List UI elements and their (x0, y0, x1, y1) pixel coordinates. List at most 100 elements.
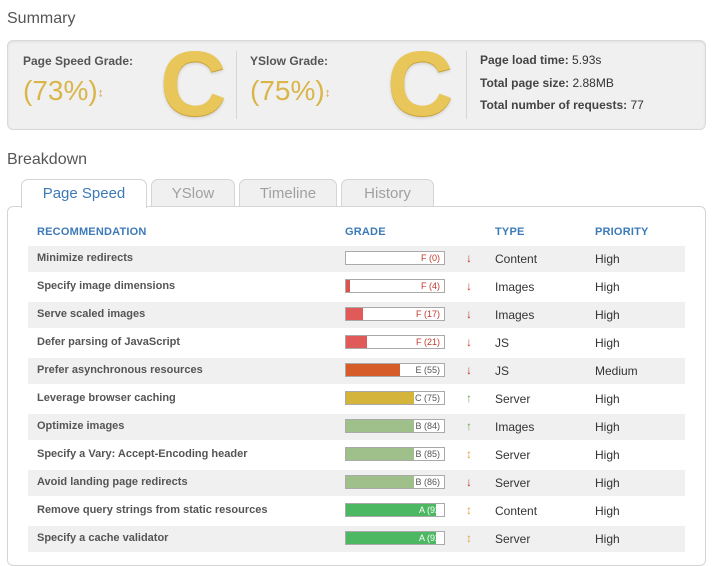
recommendation-link[interactable]: Serve scaled images (37, 308, 145, 320)
table-row[interactable]: Specify a cache validator A (92 ↕ Server Hig… (28, 526, 685, 552)
grade-bar: F (4) (345, 279, 445, 293)
resource-type: Content (495, 504, 538, 518)
column-header-grade[interactable]: GRADE (345, 226, 386, 238)
trend-arrow-icon: ↓ (466, 475, 472, 489)
yslow-grade-letter: C (387, 33, 454, 135)
priority: High (595, 336, 620, 350)
column-header-priority[interactable]: PRIORITY (595, 226, 649, 238)
priority: High (595, 448, 620, 462)
recommendation-link[interactable]: Leverage browser caching (37, 392, 176, 404)
trend-arrow-icon: ↕ (466, 531, 472, 545)
summary-title: Summary (7, 10, 76, 27)
stat-label: Total number of requests: (480, 98, 628, 112)
grade-bar-fill (346, 336, 367, 348)
grade-bar: F (0) (345, 251, 445, 265)
resource-type: Server (495, 448, 531, 462)
resource-type: Images (495, 420, 535, 434)
grade-bar: C (75) (345, 391, 445, 405)
grade-label: A (92 (418, 533, 440, 543)
tab-yslow[interactable]: YSlow (151, 179, 235, 207)
table-row[interactable]: Defer parsing of JavaScript F (21) ↓ JS High (28, 330, 685, 356)
table-row[interactable]: Serve scaled images F (17) ↓ Images High (28, 302, 685, 328)
priority: High (595, 532, 620, 546)
grade-bar-fill (346, 364, 400, 376)
breakdown-title: Breakdown (7, 151, 88, 168)
table-row[interactable]: Specify a Vary: Accept-Encoding header B … (28, 442, 685, 468)
recommendation-link[interactable]: Optimize images (37, 420, 124, 432)
grade-bar: B (86) (345, 475, 445, 489)
trend-arrow-icon: ↓ (466, 251, 472, 265)
table-row[interactable]: Avoid landing page redirects B (86) ↓ Serve… (28, 470, 685, 496)
grade-label: A (92 (418, 505, 440, 515)
stat-value: 77 (630, 98, 644, 112)
stat-value: 2.88MB (572, 76, 614, 90)
grade-bar: F (21) (345, 335, 445, 349)
pagespeed-percent-value: (73%) (23, 75, 98, 106)
table-row[interactable]: Prefer asynchronous resources E (55) ↓ JS Me… (28, 358, 685, 384)
tab-page-speed[interactable]: Page Speed (21, 179, 147, 208)
trend-arrow-icon: ↕ (466, 503, 472, 517)
recommendation-link[interactable]: Specify a cache validator (37, 532, 168, 544)
grade-bar: F (17) (345, 307, 445, 321)
recommendation-link[interactable]: Minimize redirects (37, 252, 133, 264)
recommendation-link[interactable]: Defer parsing of JavaScript (37, 336, 180, 348)
recommendation-link[interactable]: Specify image dimensions (37, 280, 175, 292)
pagespeed-grade-letter: C (160, 33, 227, 135)
resource-type: JS (495, 364, 510, 378)
yslow-percent-value: (75%) (250, 75, 325, 106)
yslow-grade: YSlow Grade: (75%)↕ C (237, 33, 465, 135)
table-row[interactable]: Optimize images B (84) ↑ Images High (28, 414, 685, 440)
resource-type: Server (495, 392, 531, 406)
column-header-recommendation[interactable]: RECOMMENDATION (37, 226, 147, 238)
yslow-grade-percent: (75%)↕ (250, 75, 331, 107)
tab-timeline[interactable]: Timeline (239, 179, 337, 207)
priority: High (595, 280, 620, 294)
recommendation-link[interactable]: Avoid landing page redirects (37, 476, 188, 488)
grade-label: F (4) (420, 280, 441, 292)
trend-arrow-icon: ↑ (466, 419, 472, 433)
resource-type: Images (495, 280, 535, 294)
grade-label: B (85) (414, 448, 441, 460)
table-row[interactable]: Remove query strings from static resourc… (28, 498, 685, 524)
grade-label: F (0) (420, 252, 441, 264)
priority: High (595, 252, 620, 266)
grade-bar: A (92 (345, 531, 445, 545)
grade-label: F (17) (414, 308, 441, 320)
pagespeed-grade-percent: (73%)↕ (23, 75, 104, 107)
trend-arrow-icon: ↓ (466, 335, 472, 349)
priority: High (595, 392, 620, 406)
recommendation-link[interactable]: Prefer asynchronous resources (37, 364, 203, 376)
stat-label: Page load time: (480, 53, 569, 67)
summary-box: Page Speed Grade: (73%)↕ C YSlow Grade: … (7, 33, 706, 135)
grade-label: B (86) (414, 476, 441, 488)
tab-history[interactable]: History (341, 179, 434, 207)
recommendation-link[interactable]: Specify a Vary: Accept-Encoding header (37, 448, 248, 460)
grade-bar-fill (346, 308, 363, 320)
grade-label: C (75) (413, 392, 441, 404)
grade-label: B (84) (414, 420, 441, 432)
resource-type: Content (495, 252, 538, 266)
priority: High (595, 308, 620, 322)
total-requests: Total number of requests: 77 (480, 98, 644, 112)
sort-icon[interactable]: ↕ (98, 86, 104, 100)
pagespeed-grade-label: Page Speed Grade: (23, 54, 134, 68)
grade-label: E (55) (414, 364, 441, 376)
yslow-grade-label: YSlow Grade: (250, 54, 329, 68)
table-row[interactable]: Leverage browser caching C (75) ↑ Server Hig… (28, 386, 685, 412)
priority: High (595, 476, 620, 490)
resource-type: Server (495, 476, 531, 490)
grade-bar: A (92 (345, 503, 445, 517)
grade-bar: B (84) (345, 419, 445, 433)
trend-arrow-icon: ↓ (466, 279, 472, 293)
sort-icon[interactable]: ↕ (325, 86, 331, 100)
page-load-time: Page load time: 5.93s (480, 53, 601, 67)
column-header-type[interactable]: TYPE (495, 226, 525, 238)
table-row[interactable]: Specify image dimensions F (4) ↓ Images High (28, 274, 685, 300)
grade-bar: B (85) (345, 447, 445, 461)
divider (466, 51, 467, 119)
grade-bar-fill (346, 392, 420, 404)
table-row[interactable]: Minimize redirects F (0) ↓ Content High (28, 246, 685, 272)
grade-label: F (21) (414, 336, 441, 348)
priority: High (595, 504, 620, 518)
recommendation-link[interactable]: Remove query strings from static resourc… (37, 504, 267, 516)
